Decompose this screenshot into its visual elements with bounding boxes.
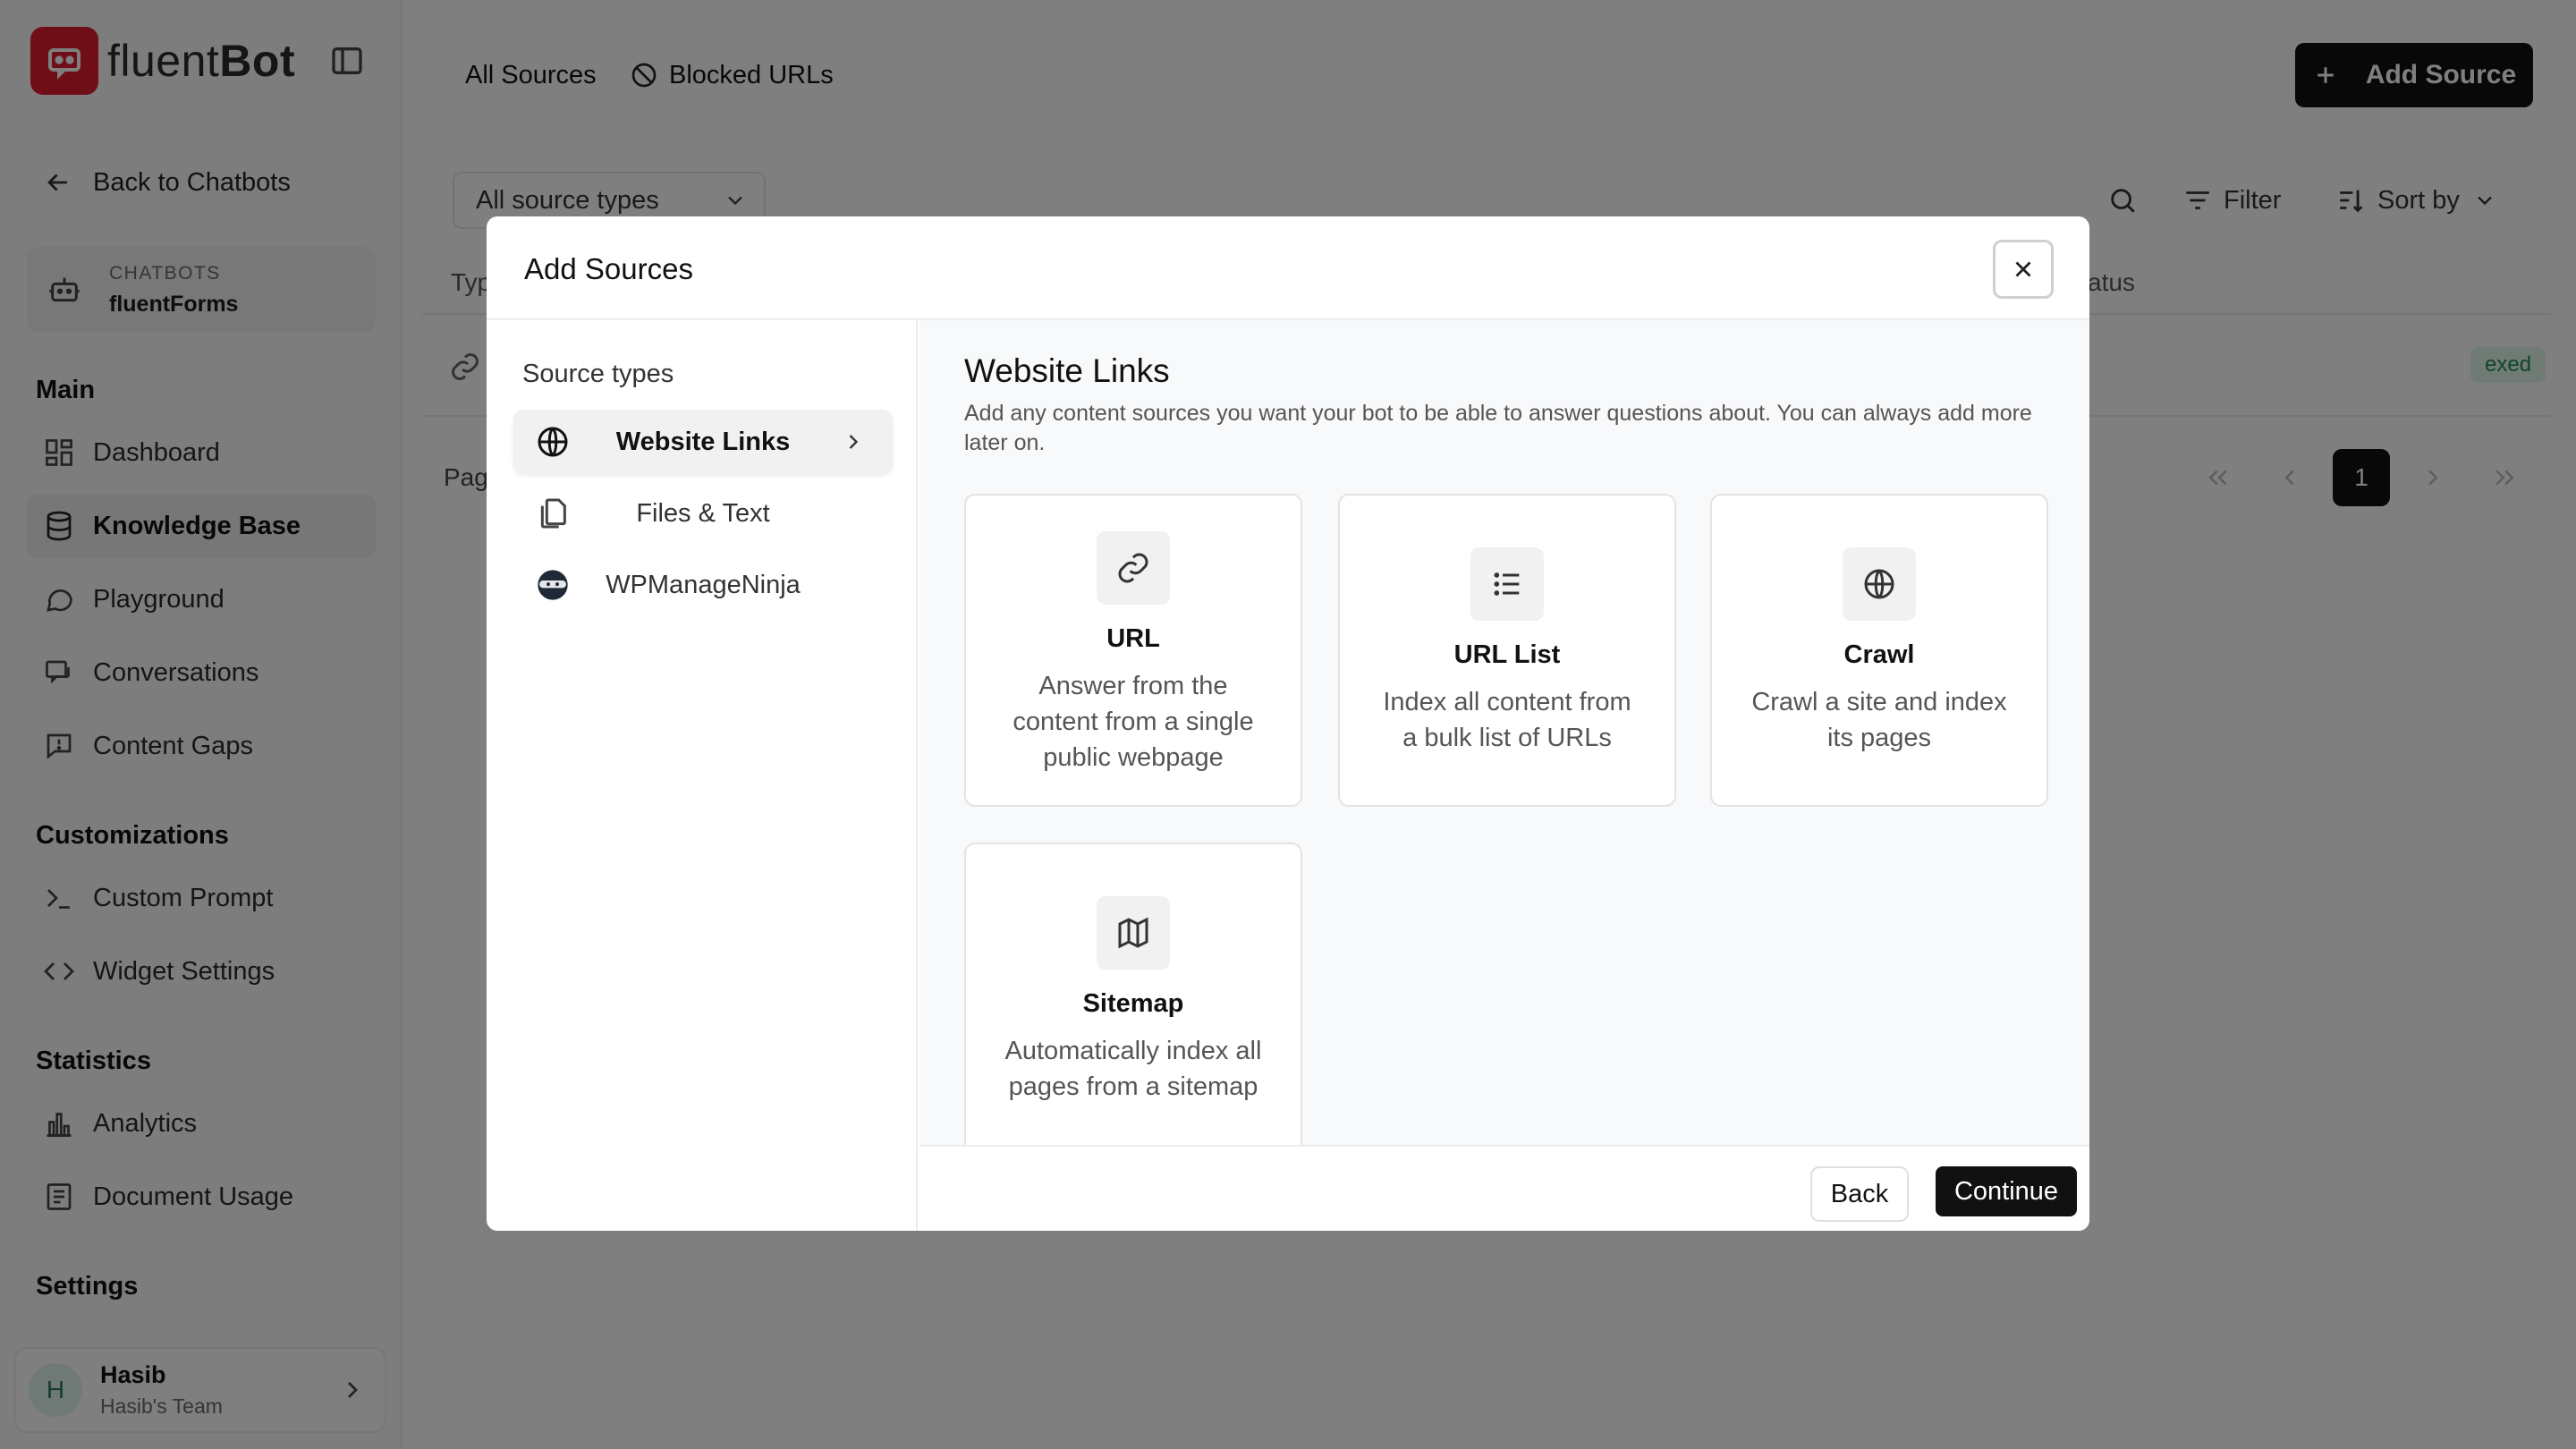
card-title: URL List (1453, 640, 1561, 669)
source-card-url-list[interactable]: URL List Index all content from a bulk l… (1338, 494, 1676, 807)
continue-button[interactable]: Continue (1936, 1166, 2077, 1216)
modal-title: Add Sources (524, 252, 693, 285)
list-icon (1470, 547, 1544, 621)
website-links-pane: Website Links Add any content sources yo… (919, 320, 2089, 1145)
link-icon (1097, 531, 1170, 605)
source-card-url[interactable]: URL Answer from the content from a singl… (964, 494, 1302, 807)
close-button[interactable] (1993, 240, 2054, 299)
source-types-panel: Source types Website Links Files & Text … (487, 320, 918, 1231)
files-icon (540, 498, 566, 529)
card-title: Sitemap (1082, 989, 1184, 1018)
close-icon (2015, 261, 2031, 277)
card-title: Crawl (1843, 640, 1915, 669)
back-button[interactable]: Back (1810, 1166, 1909, 1222)
modal-header: Add Sources (487, 216, 2089, 320)
source-type-wpmanageninja[interactable]: WPManageNinja (513, 553, 893, 617)
card-description: Index all content from a bulk list of UR… (1383, 688, 1631, 752)
globe-icon (1843, 547, 1916, 621)
pane-description: Add any content sources you want your bo… (964, 401, 2032, 455)
map-icon (1097, 896, 1170, 970)
source-type-files-text[interactable]: Files & Text (513, 481, 893, 546)
ninja-icon (538, 570, 568, 600)
modal-footer: Back Continue (919, 1145, 2089, 1231)
source-types-label: Source types (522, 360, 674, 388)
source-type-website-links[interactable]: Website Links (513, 410, 893, 474)
source-card-crawl[interactable]: Crawl Crawl a site and index its pages (1710, 494, 2048, 807)
source-card-sitemap[interactable]: Sitemap Automatically index all pages fr… (964, 843, 1302, 1145)
add-sources-modal: Add Sources Source types Website Links F… (487, 216, 2089, 1231)
card-description: Answer from the content from a single pu… (1013, 672, 1254, 772)
card-title: URL (1106, 624, 1160, 653)
card-description: Automatically index all pages from a sit… (1004, 1037, 1262, 1101)
chevron-right-icon (849, 435, 859, 449)
pane-title: Website Links (964, 352, 1170, 389)
card-description: Crawl a site and index its pages (1751, 688, 2007, 752)
globe-icon (538, 427, 568, 457)
